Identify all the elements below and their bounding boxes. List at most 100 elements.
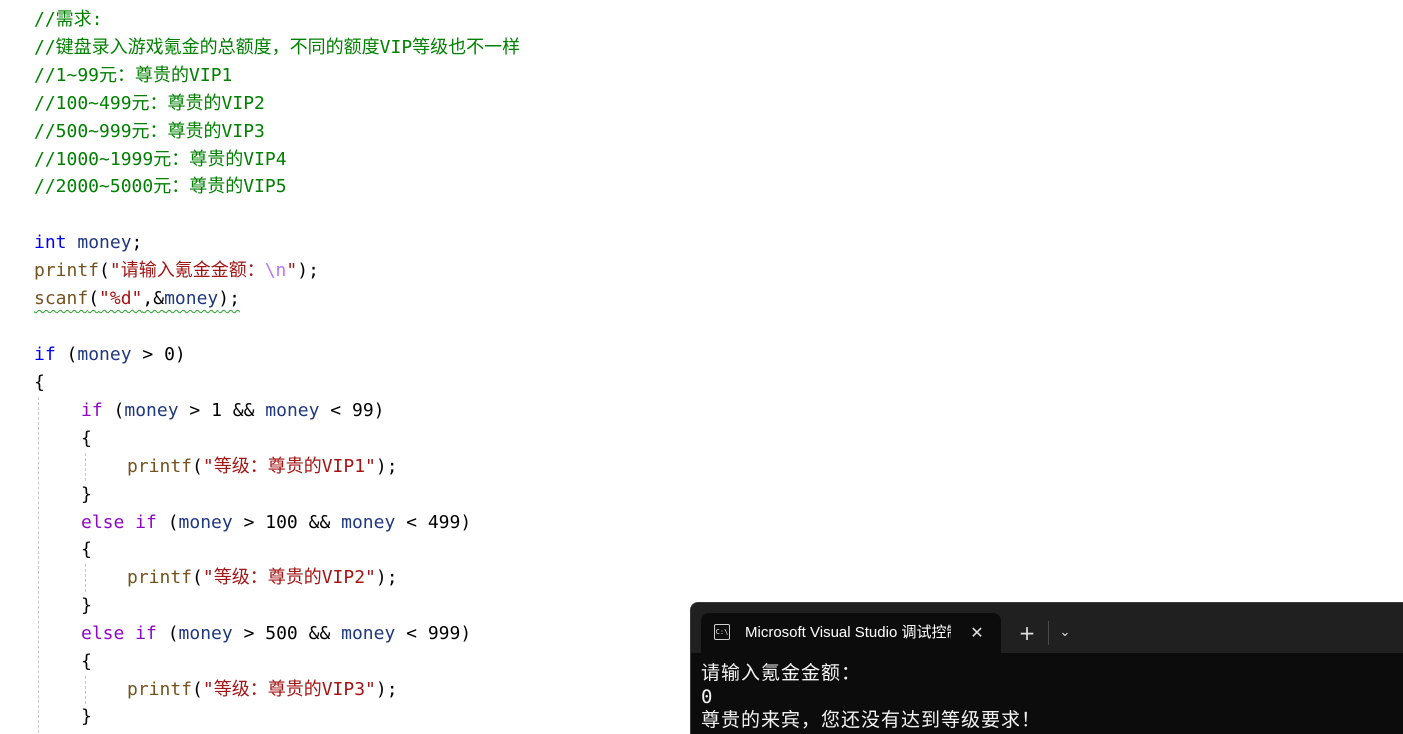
variable-money: money — [178, 623, 233, 644]
number-literal: 0 — [164, 344, 175, 365]
punctuation: ,& — [142, 288, 165, 309]
debug-console-window[interactable]: C:\ Microsoft Visual Studio 调试控制台 ✕ + ⌄ … — [690, 602, 1403, 734]
console-icon: C:\ — [714, 624, 730, 640]
indent-guide-branch3 — [85, 676, 86, 704]
punctuation: ; — [131, 232, 143, 253]
string-quote: " — [286, 260, 298, 281]
number-literal: 499 — [427, 512, 461, 533]
punctuation: ( — [192, 679, 203, 700]
function-name: printf — [127, 456, 193, 477]
string-literal: "等级：尊贵的VIP1" — [202, 456, 376, 477]
if-keyword: if — [34, 344, 56, 365]
comment-line: //1000~1999元：尊贵的VIP4 — [34, 149, 287, 170]
terminal-output-line: 0 — [701, 686, 714, 708]
punctuation: ( — [88, 288, 100, 309]
number-literal: 500 — [265, 623, 298, 644]
variable-money: money — [265, 400, 320, 421]
operator: < — [319, 400, 352, 421]
string-literal: "等级：尊贵的VIP2" — [202, 567, 376, 588]
number-literal: 100 — [265, 512, 298, 533]
chevron-down-icon[interactable]: ⌄ — [1053, 615, 1077, 651]
punctuation: ); — [297, 260, 319, 281]
punctuation: ) — [174, 344, 186, 365]
brace-open: { — [81, 428, 92, 449]
brace-open: { — [81, 651, 92, 672]
escape-sequence: \n — [264, 260, 287, 281]
operator: > — [232, 512, 266, 533]
comment-line: //100~499元：尊贵的VIP2 — [34, 93, 265, 114]
function-name: scanf — [34, 288, 89, 309]
terminal-titlebar[interactable]: C:\ Microsoft Visual Studio 调试控制台 ✕ + ⌄ — [691, 603, 1403, 653]
code-line-scanf: scanf("%d",&money); — [34, 285, 240, 313]
comment-line: //1~99元：尊贵的VIP1 — [34, 65, 233, 86]
terminal-tab[interactable]: C:\ Microsoft Visual Studio 调试控制台 ✕ — [701, 613, 1001, 653]
variable-money: money — [77, 344, 132, 365]
punctuation: ) — [460, 512, 472, 533]
operator: && — [297, 623, 342, 644]
code-line-outer-if: if (money > 0) — [34, 341, 186, 369]
variable-money: money — [341, 623, 396, 644]
punctuation: ) — [373, 400, 385, 421]
brace-close: } — [81, 484, 92, 505]
number-literal: 1 — [211, 400, 222, 421]
warning-squiggle[interactable]: scanf("%d",&money); — [34, 288, 240, 309]
variable-money: money — [124, 400, 179, 421]
punctuation: ( — [156, 623, 179, 644]
code-line-declaration: int money; — [34, 229, 142, 257]
brace-close: } — [81, 595, 92, 616]
operator: && — [297, 512, 342, 533]
operator: > — [178, 400, 212, 421]
indent-guide-branch2 — [85, 564, 86, 592]
comment-line: //需求: — [34, 9, 103, 30]
punctuation: ( — [99, 260, 110, 281]
variable-money: money — [341, 512, 396, 533]
brace-close: } — [81, 706, 92, 727]
punctuation: ( — [192, 567, 203, 588]
close-tab-button[interactable]: ✕ — [965, 613, 989, 653]
punctuation: ); — [375, 567, 398, 588]
indent-guide-branch1 — [85, 453, 86, 481]
punctuation: ); — [375, 679, 398, 700]
variable-money: money — [77, 232, 132, 253]
if-keyword: if — [81, 400, 103, 421]
comment-line: //2000~5000元：尊贵的VIP5 — [34, 176, 287, 197]
new-tab-button[interactable]: + — [1015, 615, 1039, 651]
string-literal: "请输入氪金金额： — [109, 260, 265, 281]
variable-money: money — [178, 512, 233, 533]
punctuation: ( — [156, 512, 179, 533]
code-line-branch1: if (money > 1 && money < 99) — [81, 397, 385, 425]
operator: > — [232, 623, 266, 644]
indent-guide-outer — [38, 397, 39, 733]
tab-title: Microsoft Visual Studio 调试控制台 — [745, 624, 951, 641]
punctuation: ) — [460, 623, 472, 644]
else-if-keyword: else if — [81, 623, 157, 644]
type-keyword: int — [34, 232, 67, 253]
brace-open: { — [81, 539, 92, 560]
code-line-print3: printf("等级：尊贵的VIP3"); — [127, 676, 398, 704]
code-line-print1: printf("等级：尊贵的VIP1"); — [127, 453, 398, 481]
code-line-print2: printf("等级：尊贵的VIP2"); — [127, 564, 398, 592]
number-literal: 99 — [351, 400, 374, 421]
string-literal: "等级：尊贵的VIP3" — [202, 679, 376, 700]
code-line-printf-prompt: printf("请输入氪金金额：\n"); — [34, 257, 319, 285]
function-name: printf — [34, 260, 100, 281]
terminal-output-line: 尊贵的来宾，您还没有达到等级要求！ — [701, 709, 1042, 731]
comment-line: //500~999元：尊贵的VIP3 — [34, 121, 265, 142]
number-literal: 999 — [427, 623, 461, 644]
else-if-keyword: else if — [81, 512, 157, 533]
operator: && — [221, 400, 266, 421]
punctuation: ( — [55, 344, 78, 365]
operator: > — [131, 344, 165, 365]
comment-line: //键盘录入游戏氪金的总额度，不同的额度VIP等级也不一样 — [34, 37, 521, 58]
operator: < — [395, 623, 428, 644]
brace-open: { — [34, 372, 45, 393]
punctuation: ( — [102, 400, 125, 421]
terminal-output-line: 请输入氪金金额： — [701, 662, 862, 684]
punctuation: ( — [192, 456, 203, 477]
tab-divider — [1048, 621, 1049, 645]
punctuation: ); — [218, 288, 240, 309]
code-line-branch2: else if (money > 100 && money < 499) — [81, 509, 471, 537]
code-line-branch3: else if (money > 500 && money < 999) — [81, 620, 471, 648]
punctuation: ); — [375, 456, 398, 477]
string-literal: "%d" — [99, 288, 143, 309]
